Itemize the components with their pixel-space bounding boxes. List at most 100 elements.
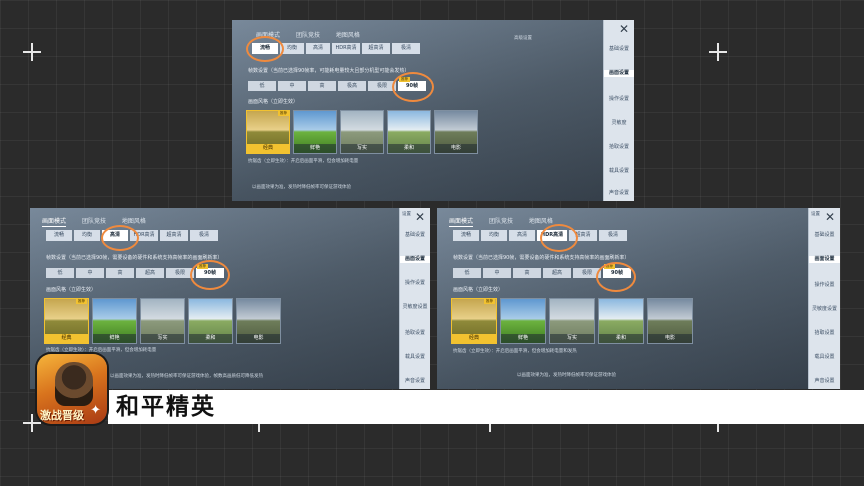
frame-low-button[interactable]: 低 xyxy=(46,268,74,278)
close-icon[interactable]: ✕ xyxy=(825,210,835,224)
tab-graphics-mode[interactable]: 画面模式 xyxy=(42,216,67,227)
sidebar-item-vehicle[interactable]: 载具设置 xyxy=(604,168,634,175)
settings-sidebar: ✕ 基础设置 画面设置 操作设置 灵敏度 拾取设置 载具设置 声音设置 xyxy=(603,20,634,201)
close-icon[interactable]: ✕ xyxy=(619,22,629,36)
gear-tag: 设置 xyxy=(811,212,820,217)
footer-hint: 以画面效果为准，发热时降低帧率可保证游戏体验 xyxy=(517,373,616,378)
style-soft-thumbnail[interactable]: 柔和 xyxy=(387,110,431,154)
quality-ultra-button[interactable]: 极清 xyxy=(392,43,420,54)
style-realistic-thumbnail[interactable]: 写实 xyxy=(340,110,384,154)
style-label: 画面风格（立即生效） xyxy=(248,99,299,105)
quality-balanced-button[interactable]: 均衡 xyxy=(74,230,100,241)
sidebar-item-controls[interactable]: 操作设置 xyxy=(400,280,430,287)
quality-hdr-button[interactable]: HDR高清 xyxy=(332,43,360,54)
tab-team-battle[interactable]: 团队竞技 xyxy=(82,216,106,225)
frame-very-high-button[interactable]: 超高 xyxy=(543,268,571,278)
quality-uhd-button[interactable]: 超高清 xyxy=(362,43,390,54)
settings-sidebar: 设置 ✕ 基础设置 画面设置 操作设置 灵敏度设置 拾取设置 载具设置 声音设置 xyxy=(808,208,840,389)
highlight-circle xyxy=(101,225,139,251)
anti-aliasing-label: 抗锯齿（立即生效）：开启后画面平滑，但会增加耗电量 xyxy=(46,348,157,353)
sidebar-item-graphics[interactable]: 画面设置 xyxy=(809,256,840,263)
frame-high-button[interactable]: 高 xyxy=(513,268,541,278)
sidebar-item-basic[interactable]: 基础设置 xyxy=(400,232,430,239)
sidebar-item-graphics[interactable]: 画面设置 xyxy=(604,70,634,77)
sidebar-item-graphics[interactable]: 画面设置 xyxy=(400,256,430,263)
style-vivid-thumbnail[interactable]: 鲜艳 xyxy=(293,110,337,154)
sidebar-item-sensitivity[interactable]: 灵敏度设置 xyxy=(809,306,840,313)
highlight-circle xyxy=(596,262,636,292)
quality-ultra-button[interactable]: 极清 xyxy=(599,230,627,241)
crosshair-mark xyxy=(709,43,727,61)
settings-screenshot-top: 画面模式 团队竞技 地图风格 高级设置 流畅 均衡 高清 HDR高清 超高清 极… xyxy=(232,20,634,201)
sidebar-item-sensitivity[interactable]: 灵敏度设置 xyxy=(400,304,430,311)
quality-uhd-button[interactable]: 超高清 xyxy=(160,230,188,241)
frame-very-high-button[interactable]: 超高 xyxy=(136,268,164,278)
frame-rate-label: 帧数设置（当前已选择90帧率，可能耗电量较大且部分机型可能会发热） xyxy=(248,68,410,74)
frame-medium-button[interactable]: 中 xyxy=(76,268,104,278)
style-movie-thumbnail[interactable]: 电影 xyxy=(647,298,693,344)
tab-map-style[interactable]: 地图风格 xyxy=(122,216,146,225)
tab-team-battle[interactable]: 团队竞技 xyxy=(489,216,513,225)
game-title: 和平精英 xyxy=(116,394,216,420)
highlight-circle xyxy=(190,260,230,290)
sidebar-item-vehicle[interactable]: 载具设置 xyxy=(809,354,840,361)
frame-low-button[interactable]: 低 xyxy=(248,81,276,91)
sidebar-item-vehicle[interactable]: 载具设置 xyxy=(400,354,430,361)
quality-ultra-button[interactable]: 极清 xyxy=(190,230,218,241)
style-movie-thumbnail[interactable]: 电影 xyxy=(236,298,281,344)
close-icon[interactable]: ✕ xyxy=(415,210,425,224)
style-movie-thumbnail[interactable]: 电影 xyxy=(434,110,478,154)
frame-very-high-button[interactable]: 极高 xyxy=(338,81,366,91)
style-options: 经典 鲜艳 写实 柔和 电影 xyxy=(44,298,281,344)
frame-high-button[interactable]: 高 xyxy=(308,81,336,91)
recommended-badge: 推荐 xyxy=(484,299,495,304)
quality-hd-button[interactable]: 高清 xyxy=(306,43,330,54)
sidebar-item-controls[interactable]: 操作设置 xyxy=(604,96,634,103)
sidebar-item-pickup[interactable]: 拾取设置 xyxy=(604,144,634,151)
sidebar-item-pickup[interactable]: 拾取设置 xyxy=(400,330,430,337)
anti-aliasing-label: 抗锯齿（立即生效）：开启后画面平滑，但会增加耗电量和发热 xyxy=(453,349,577,354)
game-app-icon: 激战晋级 ✦ xyxy=(37,354,107,424)
style-soft-thumbnail[interactable]: 柔和 xyxy=(188,298,233,344)
sidebar-item-basic[interactable]: 基础设置 xyxy=(809,232,840,239)
frame-high-button[interactable]: 高 xyxy=(106,268,134,278)
sidebar-item-controls[interactable]: 操作设置 xyxy=(809,282,840,289)
style-soft-thumbnail[interactable]: 柔和 xyxy=(598,298,644,344)
style-classic-thumbnail[interactable]: 经典 xyxy=(44,298,89,344)
footer-hint: 以画面效果为准，发热时降低帧率可保证游戏体验，帧数高画质低可降低发热 xyxy=(110,374,263,379)
style-realistic-thumbnail[interactable]: 写实 xyxy=(549,298,595,344)
sidebar-item-sound[interactable]: 声音设置 xyxy=(809,378,840,385)
settings-screenshot-right: 画面模式 团队竞技 地图风格 流畅 均衡 高清 HDR高清 超高清 极清 帧数设… xyxy=(437,208,840,389)
tab-map-style[interactable]: 地图风格 xyxy=(529,216,553,225)
game-title-banner: 和平精英 xyxy=(108,390,864,424)
sidebar-item-sound[interactable]: 声音设置 xyxy=(604,190,634,197)
highlight-circle xyxy=(392,72,434,102)
quality-smooth-button[interactable]: 流畅 xyxy=(46,230,72,241)
tab-map-style[interactable]: 地图风格 xyxy=(336,30,360,39)
frame-rate-label: 帧数设置（当前已选择90帧，需要设备的硬件和系统支持高帧率的画面刷新率） xyxy=(453,255,630,261)
settings-sidebar: 设置 ✕ 基础设置 画面设置 操作设置 灵敏度设置 拾取设置 载具设置 声音设置 xyxy=(399,208,430,389)
style-vivid-thumbnail[interactable]: 鲜艳 xyxy=(92,298,137,344)
frame-medium-button[interactable]: 中 xyxy=(278,81,306,91)
game-logo-text: 激战晋级 xyxy=(40,409,84,422)
recommended-badge: 推荐 xyxy=(76,299,87,304)
character-portrait xyxy=(55,362,93,406)
sidebar-item-sound[interactable]: 声音设置 xyxy=(400,378,430,385)
frame-low-button[interactable]: 低 xyxy=(453,268,481,278)
frame-medium-button[interactable]: 中 xyxy=(483,268,511,278)
sidebar-item-pickup[interactable]: 拾取设置 xyxy=(809,330,840,337)
quality-balanced-button[interactable]: 均衡 xyxy=(481,230,507,241)
style-classic-thumbnail[interactable]: 经典 xyxy=(246,110,290,154)
tab-team-battle[interactable]: 团队竞技 xyxy=(296,30,320,39)
style-vivid-thumbnail[interactable]: 鲜艳 xyxy=(500,298,546,344)
sparkle-icon: ✦ xyxy=(90,403,101,418)
style-realistic-thumbnail[interactable]: 写实 xyxy=(140,298,185,344)
style-options: 经典 鲜艳 写实 柔和 电影 xyxy=(451,298,693,344)
style-classic-thumbnail[interactable]: 经典 xyxy=(451,298,497,344)
quality-smooth-button[interactable]: 流畅 xyxy=(453,230,479,241)
gear-tag: 设置 xyxy=(402,212,411,217)
sidebar-item-sensitivity[interactable]: 灵敏度 xyxy=(604,120,634,127)
quality-hd-button[interactable]: 高清 xyxy=(509,230,535,241)
sidebar-item-basic[interactable]: 基础设置 xyxy=(604,46,634,53)
tab-graphics-mode[interactable]: 画面模式 xyxy=(449,216,474,227)
